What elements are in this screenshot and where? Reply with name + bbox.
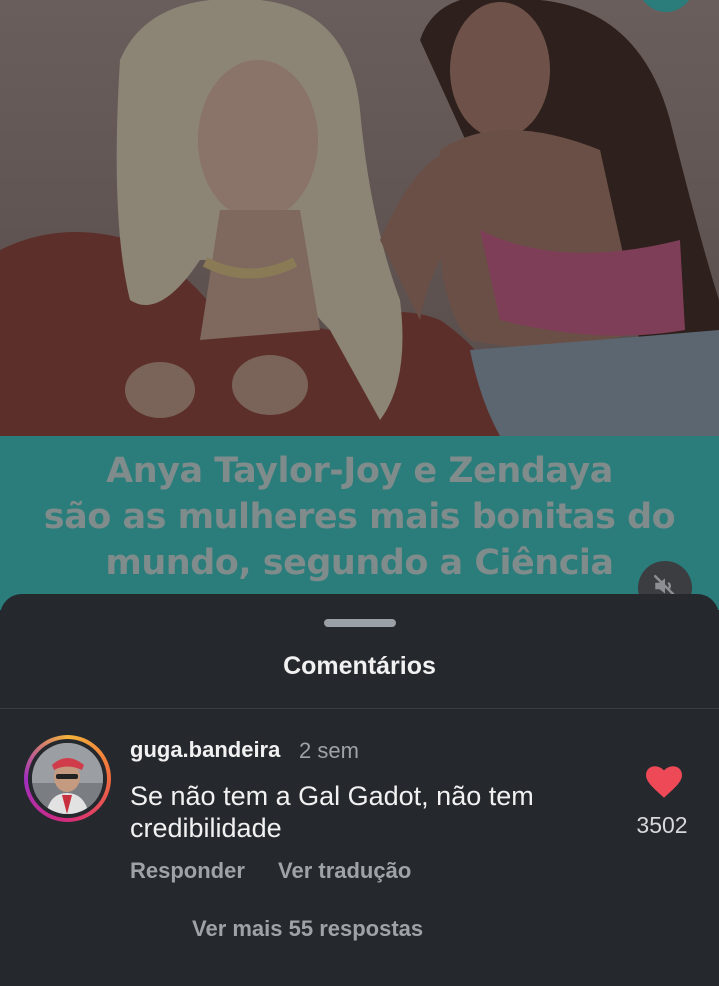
comments-sheet: Comentários guga.bandeira 2 sem Se não t… [0, 594, 719, 986]
comment-username[interactable]: guga.bandeira [130, 737, 280, 763]
headline-line: Anya Taylor-Joy e Zendaya [106, 451, 613, 491]
avatar-photo [32, 743, 103, 814]
headline-line: são as mulheres mais bonitas do [43, 497, 676, 537]
comment-timestamp: 2 sem [299, 738, 359, 763]
post-headline: Anya Taylor-Joy e Zendaya são as mulhere… [0, 448, 719, 586]
comment-text: Se não tem a Gal Gadot, não tem credibil… [130, 781, 534, 843]
sheet-title: Comentários [283, 652, 436, 680]
headline-line: mundo, segundo a Ciência [105, 543, 614, 583]
avatar[interactable] [24, 735, 111, 822]
post-photo [0, 0, 719, 436]
post-image[interactable]: Anya Taylor-Joy e Zendaya são as mulhere… [0, 0, 719, 610]
divider [0, 708, 719, 709]
like-count: 3502 [636, 812, 688, 838]
reply-button[interactable]: Responder [130, 858, 245, 884]
sheet-drag-handle[interactable] [324, 619, 396, 627]
like-button[interactable] [646, 766, 682, 798]
heart-icon [646, 766, 682, 802]
see-translation-button[interactable]: Ver tradução [278, 858, 411, 884]
view-more-replies-button[interactable]: Ver mais 55 respostas [192, 916, 423, 942]
